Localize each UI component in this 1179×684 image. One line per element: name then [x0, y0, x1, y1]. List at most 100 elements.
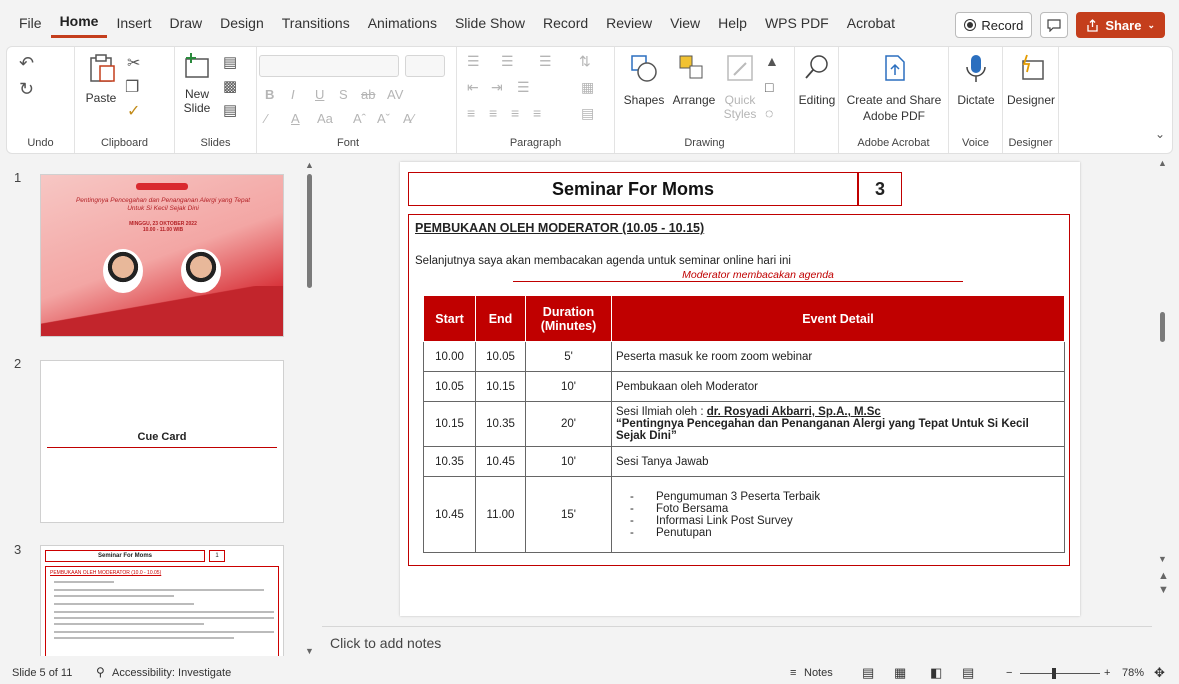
quick-styles-icon[interactable]	[725, 53, 755, 83]
menu-tab-review[interactable]: Review	[597, 8, 661, 38]
scroll-up-icon[interactable]: ▲	[305, 160, 314, 170]
scroll-up-icon[interactable]: ▲	[1158, 158, 1167, 168]
thumbnail-scrollbar[interactable]: ▲ ▼	[303, 160, 317, 660]
zoom-out-icon[interactable]: −	[1006, 667, 1012, 679]
current-slide[interactable]: Seminar For Moms 3 PEMBUKAAN OLEH MODERA…	[400, 162, 1080, 616]
create-share-label-2[interactable]: Adobe PDF	[839, 109, 949, 123]
slide-scroll-thumb[interactable]	[1160, 312, 1165, 342]
menu-tab-animations[interactable]: Animations	[359, 8, 446, 38]
designer-label[interactable]: Designer	[1003, 93, 1059, 107]
notes-placeholder[interactable]: Click to add notes	[330, 635, 441, 651]
slide-sorter-icon[interactable]: ▦	[894, 665, 906, 681]
shape-effects-icon[interactable]: ◌	[765, 105, 773, 121]
dictate-label[interactable]: Dictate	[949, 93, 1003, 107]
menu-tab-slide-show[interactable]: Slide Show	[446, 8, 534, 38]
next-slide-icon[interactable]: ▼	[1158, 584, 1169, 596]
reading-view-icon[interactable]: ◧	[930, 665, 942, 681]
numbering-icon[interactable]: ☰	[501, 53, 514, 70]
increase-font-icon[interactable]: Aˆ	[353, 111, 366, 126]
font-size-select[interactable]	[405, 55, 445, 77]
increase-indent-icon[interactable]: ⇥	[491, 79, 503, 96]
reset-icon[interactable]: ▩	[223, 77, 237, 95]
comments-button[interactable]	[1040, 12, 1069, 38]
undo-icon[interactable]: ↶	[19, 53, 34, 74]
accessibility-status[interactable]: Accessibility: Investigate	[112, 667, 231, 679]
menu-tab-home[interactable]: Home	[50, 8, 108, 38]
shape-outline-icon[interactable]: □	[765, 79, 773, 95]
notes-pane[interactable]: Click to add notes	[322, 626, 1152, 658]
text-direction-icon[interactable]: ⇅	[579, 53, 591, 70]
strikethrough-icon[interactable]: ab	[361, 87, 375, 102]
zoom-slider-knob[interactable]	[1052, 668, 1056, 679]
menu-tab-draw[interactable]: Draw	[160, 8, 211, 38]
slide-scrollbar[interactable]: ▲ ▼ ▲ ▼	[1155, 156, 1171, 656]
slide-thumbnail-1[interactable]: Pentingnya Pencegahan dan Penanganan Ale…	[40, 174, 284, 337]
menu-tab-acrobat[interactable]: Acrobat	[838, 8, 904, 38]
menu-tab-wps-pdf[interactable]: WPS PDF	[756, 8, 838, 38]
menu-tab-transitions[interactable]: Transitions	[273, 8, 359, 38]
zoom-level[interactable]: 78%	[1122, 667, 1144, 679]
line-spacing-icon[interactable]: ☰	[539, 53, 552, 70]
fit-to-window-icon[interactable]: ✥	[1154, 665, 1165, 681]
font-family-select[interactable]	[259, 55, 399, 77]
menu-tab-help[interactable]: Help	[709, 8, 756, 38]
section-icon[interactable]: ▤	[223, 101, 237, 119]
slide-thumbnail-3[interactable]: Seminar For Moms 1 PEMBUKAAN OLEH MODERA…	[40, 545, 284, 656]
align-text-icon[interactable]: ▦	[581, 79, 594, 96]
scroll-down-icon[interactable]: ▼	[305, 646, 314, 656]
font-color-icon[interactable]: A	[291, 111, 300, 126]
menu-tab-view[interactable]: View	[661, 8, 709, 38]
underline-icon[interactable]: U	[315, 87, 324, 102]
arrange-icon[interactable]	[677, 53, 707, 83]
designer-icon[interactable]	[1017, 53, 1047, 83]
normal-view-icon[interactable]: ▤	[862, 665, 874, 681]
menu-tab-file[interactable]: File	[10, 8, 51, 38]
shapes-icon[interactable]	[629, 53, 659, 83]
smartart-icon[interactable]: ▤	[581, 105, 594, 122]
thumbnail-scroll-thumb[interactable]	[307, 174, 312, 288]
record-button[interactable]: Record	[955, 12, 1033, 38]
previous-slide-icon[interactable]: ▲	[1158, 570, 1169, 582]
share-dropdown-icon[interactable]: ⌄	[1147, 20, 1155, 31]
scroll-down-icon[interactable]: ▼	[1158, 554, 1167, 564]
bullets-icon[interactable]: ☰	[467, 53, 480, 70]
char-spacing-icon[interactable]: AV	[387, 87, 403, 102]
create-share-label-1[interactable]: Create and Share	[839, 93, 949, 107]
arrange-label[interactable]: Arrange	[669, 93, 719, 107]
align-center-icon[interactable]: ≡	[489, 105, 497, 121]
columns-icon[interactable]: ☰	[517, 79, 530, 96]
slide-title[interactable]: Seminar For Moms	[408, 172, 858, 206]
clear-format-icon[interactable]: A∕	[403, 111, 414, 126]
decrease-font-icon[interactable]: Aˇ	[377, 111, 390, 126]
layout-icon[interactable]: ▤	[223, 53, 237, 71]
bold-icon[interactable]: B	[265, 87, 274, 102]
copy-icon[interactable]: ❐	[125, 77, 139, 97]
shapes-label[interactable]: Shapes	[621, 93, 667, 107]
quick-styles-label-1[interactable]: Quick	[721, 93, 759, 107]
quick-styles-label-2[interactable]: Styles	[721, 107, 759, 121]
italic-icon[interactable]: I	[291, 87, 295, 102]
share-button[interactable]: Share ⌄	[1076, 12, 1165, 38]
agenda-table[interactable]: Start End Duration (Minutes) Event Detai…	[423, 295, 1065, 553]
notes-toggle[interactable]: Notes	[804, 667, 833, 679]
notes-toggle-icon[interactable]: ≡	[790, 667, 796, 679]
change-case-icon[interactable]: Aa	[317, 111, 333, 126]
menu-tab-design[interactable]: Design	[211, 8, 273, 38]
ribbon-collapse-icon[interactable]: ⌄	[1155, 127, 1165, 141]
slideshow-icon[interactable]: ▤	[962, 665, 974, 681]
slide-content-box[interactable]: PEMBUKAAN OLEH MODERATOR (10.05 - 10.15)…	[408, 214, 1070, 566]
search-icon[interactable]	[803, 53, 831, 83]
redo-icon[interactable]: ↻	[19, 79, 34, 100]
editing-label[interactable]: Editing	[795, 93, 839, 107]
accessibility-icon[interactable]: ⚲	[96, 665, 105, 679]
zoom-in-icon[interactable]: +	[1104, 667, 1110, 679]
slide-section-number[interactable]: 3	[858, 172, 902, 206]
menu-tab-record[interactable]: Record	[534, 8, 597, 38]
paste-icon[interactable]	[87, 53, 117, 83]
zoom-slider[interactable]	[1020, 673, 1100, 674]
microphone-icon[interactable]	[963, 53, 989, 85]
align-left-icon[interactable]: ≡	[467, 105, 475, 121]
justify-icon[interactable]: ≡	[533, 105, 541, 121]
shadow-icon[interactable]: S	[339, 87, 348, 102]
slide-thumbnail-2[interactable]: Cue Card	[40, 360, 284, 523]
